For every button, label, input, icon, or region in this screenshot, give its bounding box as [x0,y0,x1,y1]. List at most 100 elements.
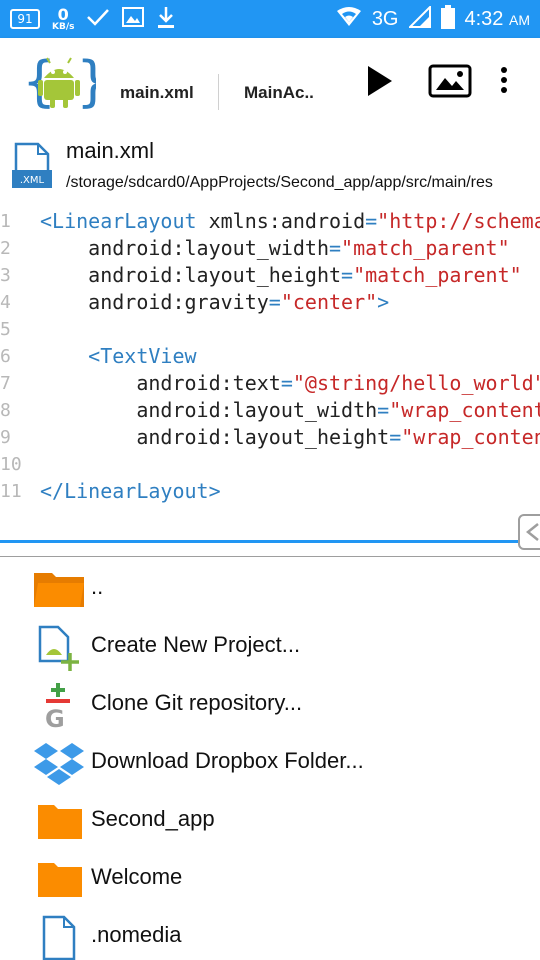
list-item-dropbox[interactable]: Download Dropbox Folder... [0,733,540,791]
editor-divider [0,540,540,543]
new-project-icon [34,625,84,671]
image-icon [428,64,472,98]
line-number: 11 [0,481,22,502]
file-browser-list: .. Create New Project... G Clone Git rep… [0,557,540,960]
code-text: android:layout_width="match_parent" [40,235,510,262]
code-token-attribute: android:layout_height [40,263,342,287]
line-number: 5 [0,319,11,340]
code-token-value: "center" [280,290,378,314]
overflow-menu-button[interactable] [494,64,514,98]
code-token-punctuation: = [280,371,293,395]
list-item-label: Second_app [91,806,215,831]
list-item-label: .. [91,574,104,599]
status-left: 91 0 KB/s [10,6,176,32]
code-text: android:layout_width="wrap_content" [40,397,540,424]
dropbox-icon [34,741,84,785]
network-type: 3G [371,7,399,30]
file-icon [34,915,84,960]
code-token-value: "http://schemas.android.com/apk/res/andr… [377,209,540,233]
code-text: android:layout_height="match_parent" [40,262,522,289]
list-item-nomedia[interactable]: .nomedia [0,907,540,960]
code-token-value: "wrap_content" [389,398,540,422]
panel-handle[interactable] [518,514,540,550]
code-token-punctuation: = [328,236,342,260]
file-name: main.xml [66,138,155,163]
code-text: android:layout_height="wrap_content" [40,424,540,451]
file-icon-label: .XML [20,175,45,186]
code-token-tag: <TextView [40,344,197,368]
line-number: 4 [0,292,11,313]
code-text: android:gravity="center"> [40,289,389,316]
line-number: 1 [0,211,11,232]
code-token-attribute: android:layout_width [40,236,329,260]
code-token-punctuation: = [365,209,378,233]
code-token-punctuation: > [377,290,390,314]
tab-main-xml[interactable]: main.xml [120,83,194,103]
aide-logo-icon[interactable]: { } [22,50,110,113]
design-view-button[interactable] [428,64,472,98]
list-item-parent-dir[interactable]: .. [0,559,540,617]
list-item-folder-second-app[interactable]: Second_app [0,791,540,849]
folder-icon [34,857,84,899]
check-icon [86,7,110,31]
list-item-label: Download Dropbox Folder... [91,748,364,773]
file-header: .XML main.xml /storage/sdcard0/AppProjec… [0,124,540,204]
code-text: </LinearLayout> [40,478,221,505]
code-token-attribute: android:layout_height [40,425,390,449]
download-icon [156,5,176,33]
code-token-attribute: android:gravity [40,290,269,314]
code-editor[interactable]: 1 <LinearLayout xmlns:android="http://sch… [0,204,540,544]
clock: 4:32 AM [465,8,531,31]
line-number: 8 [0,400,11,421]
more-vert-icon [501,67,507,93]
app-bar: { } main.xml MainAc.. [0,38,540,124]
svg-text:G: G [45,705,65,729]
git-icon: G [34,683,84,733]
code-token-attribute: android:text [40,371,281,395]
code-token-tag: <LinearLayout [40,209,197,233]
file-path: /storage/sdcard0/AppProjects/Second_app/… [66,174,493,191]
code-text: <TextView [40,343,197,370]
xml-file-icon: .XML [12,142,52,190]
line-number: 9 [0,427,11,448]
list-item-folder-welcome[interactable]: Welcome [0,849,540,907]
code-token-value: "match_parent" [353,263,522,287]
wifi-icon [336,7,362,31]
clock-ampm: AM [509,11,530,28]
code-token-punctuation: = [377,398,390,422]
code-text: android:text="@string/hello_world" [40,370,540,397]
code-token-tag: </LinearLayout> [40,479,221,503]
code-token-value: "match_parent" [341,236,510,260]
code-token-value: "wrap_content" [401,425,540,449]
code-token-punctuation: = [389,425,402,449]
network-speed-unit: KB/s [52,21,75,32]
code-token-value: "@string/hello_world" [292,371,540,395]
code-token-attribute: android:layout_width [40,398,378,422]
network-speed: 0 KB/s [52,4,75,32]
code-token-punctuation: = [268,290,281,314]
battery-icon [440,5,455,33]
code-text: <LinearLayout xmlns:android="http://sche… [40,208,540,235]
status-bar: 91 0 KB/s 3G 4:32 AM [0,0,540,38]
code-token-attribute: xmlns:android [196,209,366,233]
image-notification-icon [122,7,145,31]
status-right: 3G 4:32 AM [336,4,530,34]
list-item-create-project[interactable]: Create New Project... [0,617,540,675]
line-number: 3 [0,265,11,286]
list-item-clone-git[interactable]: G Clone Git repository... [0,675,540,733]
code-token-punctuation: = [341,263,354,287]
tab-main-activity[interactable]: MainAc.. [244,83,314,103]
line-number: 2 [0,238,11,259]
network-speed-value: 0 [57,4,69,24]
line-number: 6 [0,346,11,367]
line-number: 7 [0,373,11,394]
play-icon [368,66,392,96]
list-item-label: Create New Project... [91,632,301,657]
folder-open-icon [34,567,84,609]
tab-divider [218,74,219,110]
signal-icon [407,4,431,32]
list-item-label: Clone Git repository... [91,690,303,715]
run-button[interactable] [362,64,396,98]
folder-icon [34,799,84,841]
battery-level-badge: 91 [10,9,40,29]
